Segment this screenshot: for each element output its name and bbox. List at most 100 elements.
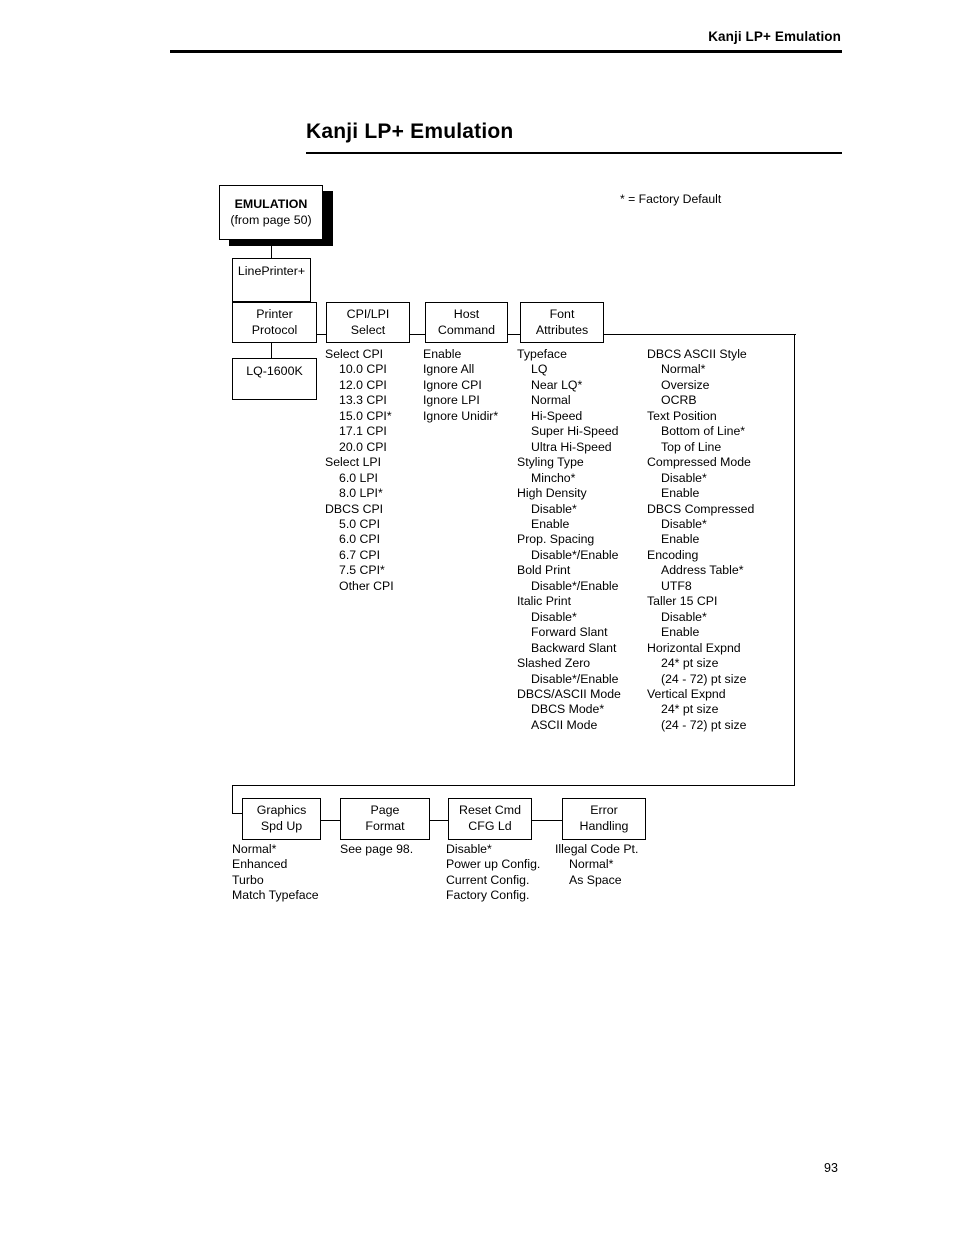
option-item: Vertical Expnd [647,686,726,701]
factory-default-legend: * = Factory Default [620,192,722,206]
node-emulation-title: EMULATION [234,196,308,211]
option-item: 5.0 CPI [339,516,381,531]
option-item: Enable [423,347,462,361]
option-item: Address Table* [661,563,744,578]
node-emulation[interactable]: EMULATION (from page 50) [219,185,323,240]
node-cpi-lpi-select[interactable]: CPI/LPI Select [326,302,410,343]
option-item: Styling Type [517,455,584,470]
option-item: Prop. Spacing [517,532,595,547]
node-printer-protocol[interactable]: Printer Protocol [232,302,317,343]
connector-elbow-bottom-horizontal [232,785,795,787]
node-printer-protocol-line1: Printer [256,306,293,321]
option-list-graphics-spd-up: Normal* Enhanced Turbo Match Typeface [232,842,319,904]
node-lineprinter-plus-label: LinePrinter+ [237,264,306,278]
option-item: 12.0 CPI [339,377,387,392]
option-item: Hi-Speed [531,408,583,423]
option-item: Bold Print [517,563,571,578]
node-host-command-line1: Host [453,306,480,321]
option-item: Disable* [661,516,707,531]
node-cpi-lpi-select-line1: CPI/LPI [346,306,390,321]
option-item: 6.7 CPI [339,547,381,562]
option-list-page-format: See page 98. [340,842,413,857]
node-printer-protocol-line2: Protocol [251,322,298,337]
option-item: Ignore All [423,362,475,377]
option-item: 17.1 CPI [339,424,387,439]
connector-cpi-lpi-to-host-command [409,334,426,336]
option-item: 6.0 LPI [339,470,378,485]
option-item: (24 - 72) pt size [661,717,747,732]
option-item: Normal* [661,362,706,377]
node-lq-1600k-label: LQ-1600K [246,364,303,378]
option-item: Compressed Mode [647,455,751,470]
option-item: Other CPI [339,578,394,593]
node-font-attributes-line2: Attributes [535,322,589,337]
node-error-handling-line1: Error [590,803,618,818]
option-item: LQ [531,362,548,377]
node-error-handling[interactable]: Error Handling [562,798,646,840]
option-item: 20.0 CPI [339,439,387,454]
option-item: ASCII Mode [531,717,598,732]
connector-host-command-to-font-attributes [507,334,521,336]
option-item: Disable* [446,842,492,856]
node-host-command-line2: Command [437,322,496,337]
option-list-error-handling: Illegal Code Pt. Normal* As Space [555,842,638,888]
option-item: 24* pt size [661,702,719,717]
option-item: Normal* [232,842,277,856]
option-item: Enable [531,516,570,531]
option-item: Normal* [569,857,614,872]
node-page-format[interactable]: Page Format [340,798,430,840]
page-number: 93 [824,1161,838,1175]
option-item: Current Config. [446,872,530,887]
option-item: Near LQ* [531,377,583,392]
option-item: Ignore LPI [423,393,480,408]
option-item: Enable [661,532,700,547]
connector-elbow-right-vertical [794,334,796,786]
node-lq-1600k[interactable]: LQ-1600K [232,358,317,400]
option-item: Disable*/Enable [531,578,619,593]
option-item: Top of Line [661,439,722,454]
option-item: Enable [661,625,700,640]
option-item: DBCS CPI [325,501,384,516]
option-item: 13.3 CPI [339,393,387,408]
option-item: Italic Print [517,594,571,609]
option-item: Normal [531,393,571,408]
option-item: Select CPI [325,347,384,361]
option-item: 15.0 CPI* [339,408,392,423]
option-item: DBCS/ASCII Mode [517,686,621,701]
option-list-font-attributes-right: DBCS ASCII Style Normal* Oversize OCRB Text … [647,347,754,733]
option-item: Enhanced [232,857,288,872]
option-item: Bottom of Line* [661,424,746,439]
option-item: Disable* [661,470,707,485]
option-list-cpi-lpi-select: Select CPI 10.0 CPI 12.0 CPI 13.3 CPI 15.0 C… [325,347,394,594]
option-item: 8.0 LPI* [339,486,383,501]
option-item: DBCS ASCII Style [647,347,747,361]
option-item: OCRB [661,393,697,408]
option-item: Disable*/Enable [531,547,619,562]
connector-page-format-to-reset-cmd [430,820,449,822]
option-item: Enable [661,486,700,501]
node-host-command[interactable]: Host Command [425,302,508,343]
node-reset-cmd-cfg-ld-line2: CFG Ld [468,819,512,833]
option-item: Taller 15 CPI [647,594,718,609]
node-graphics-spd-up[interactable]: Graphics Spd Up [242,798,321,840]
connector-graphics-to-page-format [320,820,340,822]
connector-printer-protocol-to-lq1600k [271,342,273,359]
option-item: Encoding [647,547,699,562]
option-item: Match Typeface [232,888,319,903]
node-lineprinter-plus[interactable]: LinePrinter+ [232,258,311,302]
node-reset-cmd-cfg-ld[interactable]: Reset Cmd CFG Ld [448,798,532,840]
node-reset-cmd-cfg-ld-line1: Reset Cmd [459,803,521,818]
option-item: 10.0 CPI [339,362,387,377]
node-font-attributes[interactable]: Font Attributes [520,302,604,343]
option-item: (24 - 72) pt size [661,671,747,686]
running-header-title: Kanji LP+ Emulation [708,29,841,44]
node-font-attributes-line1: Font [549,306,575,321]
node-graphics-spd-up-line1: Graphics [256,803,307,818]
option-item: Super Hi-Speed [531,424,619,439]
option-item: Ignore Unidir* [423,408,499,423]
option-item: Text Position [647,408,717,423]
node-page-format-line1: Page [370,803,400,818]
option-list-host-command: Enable Ignore All Ignore CPI Ignore LPI Igno… [423,347,498,424]
node-page-format-line2: Format [365,819,405,833]
option-item: As Space [569,872,622,887]
